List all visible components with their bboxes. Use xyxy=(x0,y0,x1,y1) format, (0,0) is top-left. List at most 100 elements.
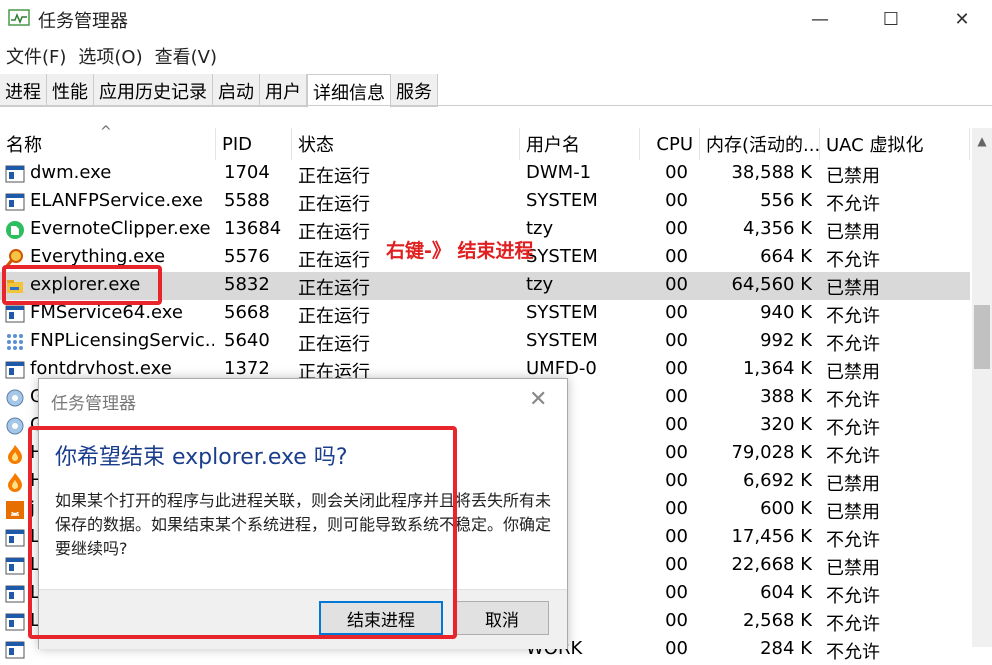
cell-name: fontdrvhost.exe xyxy=(30,358,172,379)
cell-uac: 已禁用 xyxy=(826,474,880,495)
cell-mem: 1,364 K xyxy=(742,358,812,379)
cell-user: DWM-1 xyxy=(526,162,592,183)
cell-pid: 13684 xyxy=(224,218,282,239)
cell-mem: 940 K xyxy=(760,302,812,323)
cancel-button[interactable]: 取消 xyxy=(455,601,549,635)
dialog-close-icon[interactable]: ✕ xyxy=(529,387,547,412)
cell-name: FNPLicensingServic... xyxy=(30,330,214,351)
cell-mem: 388 K xyxy=(760,386,812,407)
table-row[interactable]: ELANFPService.exe 5588 正在运行 SYSTEM 00 556 K 不允… xyxy=(0,188,970,216)
cell-mem: 38,588 K xyxy=(731,162,812,183)
window-icon xyxy=(5,192,25,212)
cell-name: ELANFPService.exe xyxy=(30,190,203,211)
cell-pid: 5832 xyxy=(224,274,270,295)
cell-mem: 17,456 K xyxy=(731,526,812,547)
tab-performance[interactable]: 性能 xyxy=(47,74,94,107)
cell-cpu: 00 xyxy=(665,610,688,631)
gear-globe-icon xyxy=(5,388,25,408)
cell-pid: 5576 xyxy=(224,246,270,267)
menu-options[interactable]: 选项(O) xyxy=(72,40,148,70)
cell-cpu: 00 xyxy=(665,302,688,323)
cell-mem: 320 K xyxy=(760,414,812,435)
cell-name: EvernoteClipper.exe xyxy=(30,218,211,239)
cell-mem: 22,668 K xyxy=(731,554,812,575)
cell-cpu: 00 xyxy=(665,330,688,351)
cell-cpu: 00 xyxy=(665,554,688,575)
sort-up-icon: ^ xyxy=(100,124,112,140)
cell-uac: 不允许 xyxy=(826,586,880,607)
cell-uac: 不允许 xyxy=(826,446,880,467)
cell-mem: 284 K xyxy=(760,638,812,659)
cell-uac: 已禁用 xyxy=(826,362,880,383)
highlight-box-dialog xyxy=(28,426,457,639)
cell-uac: 不允许 xyxy=(826,250,880,271)
cell-cpu: 00 xyxy=(665,358,688,379)
cell-mem: 992 K xyxy=(760,330,812,351)
scroll-up-icon[interactable]: ▲ xyxy=(972,134,992,148)
tab-services[interactable]: 服务 xyxy=(391,74,438,107)
cell-user: SYSTEM xyxy=(526,190,598,211)
column-header-cpu[interactable]: CPU xyxy=(640,128,700,160)
tab-startup[interactable]: 启动 xyxy=(213,74,260,107)
cell-pid: 5588 xyxy=(224,190,270,211)
cell-user: UMFD-0 xyxy=(526,358,597,379)
minimize-button[interactable]: — xyxy=(795,0,845,38)
column-header-uac[interactable]: UAC 虚拟化 xyxy=(820,128,970,160)
java-icon xyxy=(5,500,25,520)
cell-mem: 604 K xyxy=(760,582,812,603)
tab-app-history[interactable]: 应用历史记录 xyxy=(94,74,213,107)
window-icon xyxy=(5,164,25,184)
cell-uac: 已禁用 xyxy=(826,558,880,579)
tab-processes[interactable]: 进程 xyxy=(0,74,47,107)
flame-icon xyxy=(5,444,25,464)
cell-cpu: 00 xyxy=(665,526,688,547)
column-header-pid[interactable]: PID xyxy=(216,128,292,160)
cell-uac: 不允许 xyxy=(826,306,880,327)
cell-mem: 64,560 K xyxy=(731,274,812,295)
cell-cpu: 00 xyxy=(665,470,688,491)
cell-uac: 已禁用 xyxy=(826,222,880,243)
flame-icon xyxy=(5,472,25,492)
table-row[interactable]: dwm.exe 1704 正在运行 DWM-1 00 38,588 K 已禁用 xyxy=(0,160,970,188)
cell-status: 正在运行 xyxy=(298,306,370,327)
window-icon xyxy=(5,556,25,576)
cell-status: 正在运行 xyxy=(298,334,370,355)
vertical-scrollbar[interactable]: ▲ xyxy=(972,128,992,647)
table-row[interactable]: FNPLicensingServic... 5640 正在运行 SYSTEM 00 992… xyxy=(0,328,970,356)
cell-user: SYSTEM xyxy=(526,246,598,267)
cell-cpu: 00 xyxy=(665,498,688,519)
column-header-user[interactable]: 用户名 xyxy=(520,128,640,160)
cell-cpu: 00 xyxy=(665,386,688,407)
column-header-status[interactable]: 状态 xyxy=(292,128,520,160)
cell-uac: 不允许 xyxy=(826,614,880,635)
gear-globe-icon xyxy=(5,416,25,436)
close-button[interactable]: ✕ xyxy=(937,0,987,38)
cell-name: FMService64.exe xyxy=(30,302,183,323)
cell-cpu: 00 xyxy=(665,274,688,295)
tab-bar: 进程 性能 应用历史记录 启动 用户 详细信息 服务 xyxy=(0,74,438,108)
cell-user: tzy xyxy=(526,274,554,295)
cell-cpu: 00 xyxy=(665,442,688,463)
column-header-memory[interactable]: 内存(活动的... xyxy=(700,128,820,160)
window-icon xyxy=(5,612,25,632)
tab-users[interactable]: 用户 xyxy=(260,74,307,107)
task-manager-icon xyxy=(8,9,30,26)
cell-user: SYSTEM xyxy=(526,330,598,351)
cell-user: tzy xyxy=(526,218,554,239)
window-icon xyxy=(5,304,25,324)
cell-uac: 不允许 xyxy=(826,334,880,355)
cell-pid: 1704 xyxy=(224,162,270,183)
tab-details[interactable]: 详细信息 xyxy=(307,74,391,108)
scrollbar-thumb[interactable] xyxy=(974,305,990,369)
window-icon xyxy=(5,360,25,380)
cell-mem: 79,028 K xyxy=(731,442,812,463)
menu-view[interactable]: 查看(V) xyxy=(149,40,223,70)
cell-uac: 已禁用 xyxy=(826,278,880,299)
cell-mem: 4,356 K xyxy=(742,218,812,239)
cell-uac: 不允许 xyxy=(826,530,880,551)
cell-name: dwm.exe xyxy=(30,162,112,183)
maximize-button[interactable]: ☐ xyxy=(866,0,916,38)
cell-user: SYSTEM xyxy=(526,302,598,323)
cell-cpu: 00 xyxy=(665,582,688,603)
menu-file[interactable]: 文件(F) xyxy=(0,40,72,70)
